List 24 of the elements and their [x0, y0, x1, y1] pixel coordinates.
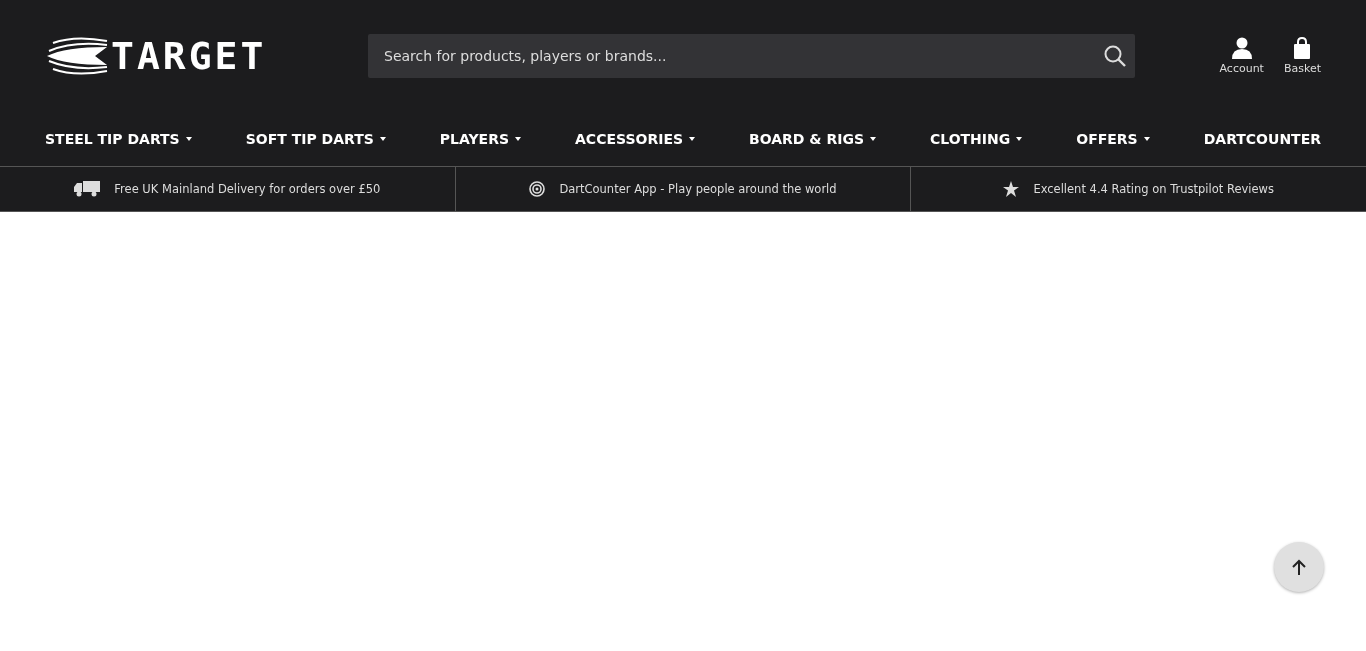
- back-to-top-button[interactable]: [1274, 542, 1324, 592]
- nav-menu-item[interactable]: BOARD & RIGS: [749, 131, 876, 147]
- nav-menu-item[interactable]: STEEL TIP DARTS: [45, 131, 192, 147]
- nav-menu-item[interactable]: CLOTHING: [929, 131, 1023, 147]
- search-button[interactable]: [1095, 34, 1135, 78]
- search-icon: [1103, 44, 1127, 68]
- nav-menu-item[interactable]: DARTCOUNTER: [1203, 131, 1321, 147]
- nav-menu-item[interactable]: SOFT TIP DARTS: [245, 131, 386, 147]
- up-arrow-icon: [1292, 559, 1306, 575]
- truck-icon: [74, 181, 101, 197]
- star-icon: [1003, 181, 1020, 197]
- nav-menu-item[interactable]: OFFERS: [1076, 131, 1150, 147]
- basket-link[interactable]: Basket: [1283, 37, 1321, 75]
- nav-menu-item[interactable]: ACCESSORIES: [575, 131, 696, 147]
- nav-menu-item[interactable]: PLAYERS: [439, 131, 522, 147]
- info-text: Excellent 4.4 Rating on Trustpilot Reviews: [1033, 182, 1274, 196]
- shopping-bag-icon: [1293, 37, 1312, 59]
- person-icon: [1231, 37, 1252, 59]
- info-text: Free UK Mainland Delivery for orders over £50: [114, 182, 381, 196]
- target-icon: [529, 181, 546, 197]
- account-link[interactable]: Account: [1219, 37, 1264, 75]
- search-field[interactable]: Search for products, players or brands...: [368, 34, 1095, 78]
- logo-text[interactable]: TARGET: [111, 34, 267, 78]
- info-text: DartCounter App - Play people around the world: [559, 182, 837, 196]
